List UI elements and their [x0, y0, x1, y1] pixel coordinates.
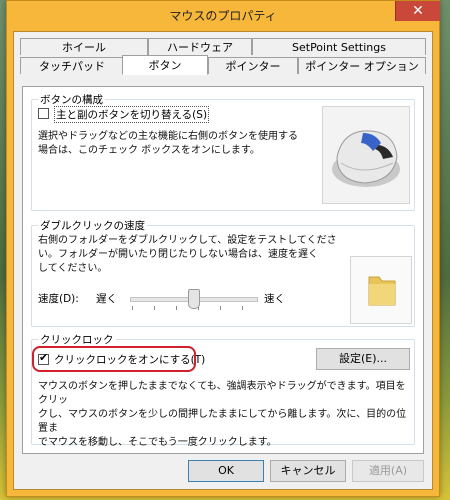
tab-pointer-options[interactable]: ポインター オプション [298, 57, 426, 74]
button-config-description: 選択やドラッグなどの主な機能に右側のボタンを使用する 場合は、このチェック ボッ… [38, 131, 298, 156]
slider-tick [176, 306, 177, 310]
tab-touchpad[interactable]: タッチパッド [20, 57, 124, 74]
cancel-button[interactable]: キャンセル [270, 460, 346, 482]
tab-hardware[interactable]: ハードウェア [148, 38, 252, 55]
window-title: マウスのプロパティ [169, 9, 277, 23]
mouse-properties-window: マウスのプロパティ ✕ ホイール ハードウェア SetPoint Setting… [6, 0, 440, 497]
slider-tick [242, 306, 243, 310]
close-button[interactable]: ✕ [395, 1, 440, 21]
click-lock-title: クリックロック [38, 332, 116, 347]
click-lock-description: マウスのボタンを押したままでなくても、強調表示やドラッグができます。項目をクリッ… [38, 381, 407, 448]
swap-buttons-label[interactable]: 主と副のボタンを切り替える(S) [54, 106, 210, 123]
apply-button[interactable]: 適用(A) [352, 460, 424, 482]
button-config-title: ボタンの構成 [38, 92, 105, 107]
buttons-tab-panel: ボタンの構成 主と副のボタンを切り替える(S) 選択やドラッグなどの主な機能に右… [22, 86, 424, 454]
double-click-title: ダブルクリックの速度 [38, 218, 147, 233]
fast-label: 速く [264, 293, 285, 305]
folder-icon [368, 276, 396, 306]
dialog-client-area: ホイール ハードウェア SetPoint Settings タッチパッド ボタン… [13, 31, 433, 490]
speed-label: 速度(D): [38, 293, 79, 305]
tab-pointer[interactable]: ポインター [208, 57, 298, 74]
mouse-image [322, 106, 410, 204]
slider-tick [132, 306, 133, 310]
tab-buttons[interactable]: ボタン [122, 55, 208, 75]
tab-wheel[interactable]: ホイール [20, 38, 148, 55]
swap-buttons-checkbox[interactable] [38, 108, 49, 119]
speed-slider-thumb[interactable] [188, 289, 200, 309]
slider-tick [154, 306, 155, 310]
title-bar[interactable]: マウスのプロパティ ✕ [7, 1, 440, 29]
click-lock-settings-button[interactable]: 設定(E)... [316, 348, 410, 370]
double-click-description: 右側のフォルダーをダブルクリックして、設定をテストしてくださ い。フォルダーが開… [38, 235, 337, 274]
mouse-icon [332, 130, 400, 187]
slider-tick [220, 306, 221, 310]
button-config-group: ボタンの構成 主と副のボタンを切り替える(S) 選択やドラッグなどの主な機能に右… [31, 92, 415, 211]
test-folder-area[interactable] [350, 256, 412, 324]
red-highlight-ring [32, 346, 196, 372]
ok-button[interactable]: OK [188, 460, 264, 482]
tab-setpoint-settings[interactable]: SetPoint Settings [252, 38, 426, 55]
click-lock-group: クリックロック ✔ クリックロックをオンにする(T) 設定(E)... マウスの… [31, 332, 415, 448]
slow-label: 遅く [96, 293, 117, 305]
double-click-group: ダブルクリックの速度 右側のフォルダーをダブルクリックして、設定をテストしてくだ… [31, 218, 415, 327]
